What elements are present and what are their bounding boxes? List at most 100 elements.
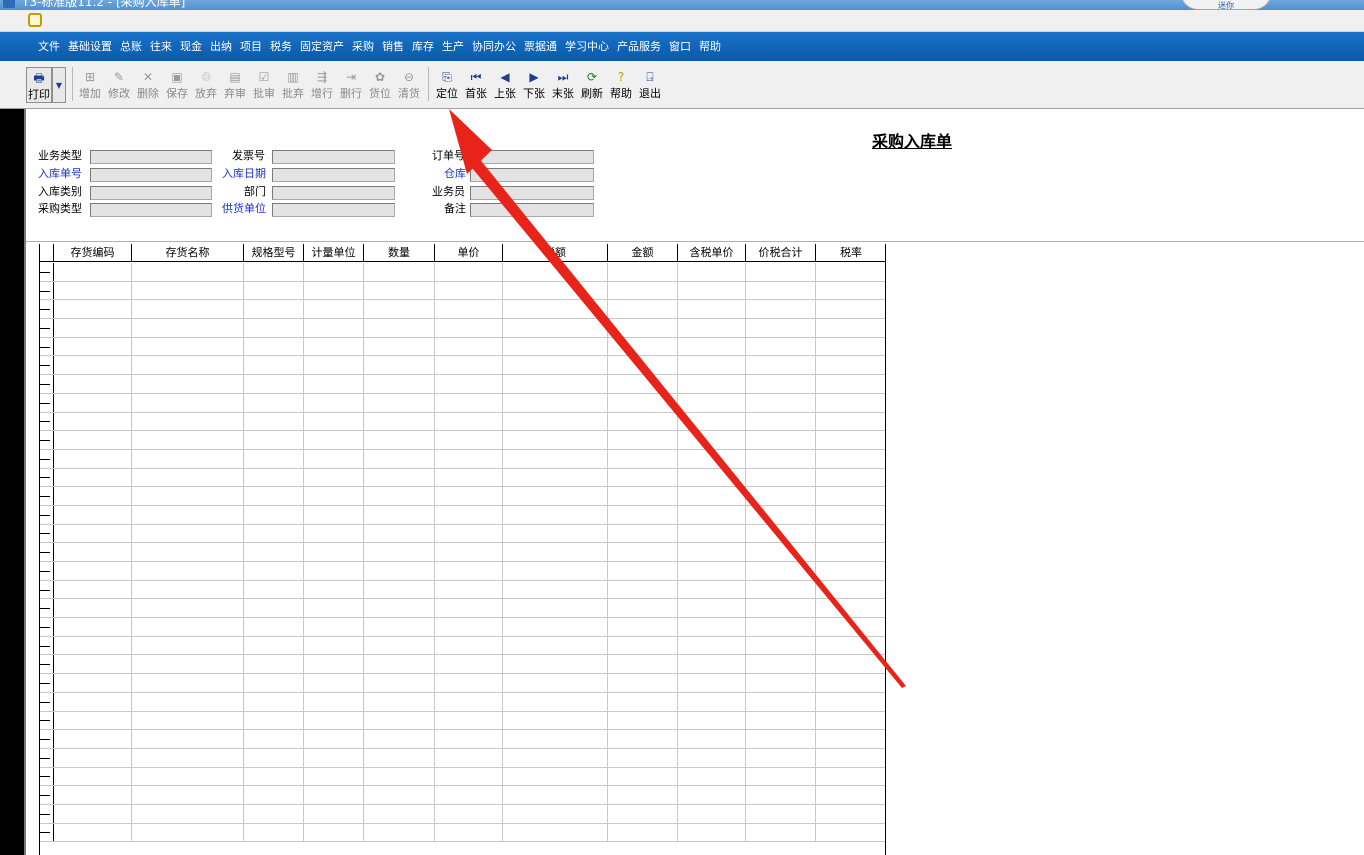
grid-cell[interactable] bbox=[503, 300, 608, 319]
grid-cell[interactable] bbox=[816, 356, 885, 374]
row-header-cell[interactable] bbox=[40, 543, 54, 561]
grid-cell[interactable] bbox=[54, 281, 132, 300]
table-row[interactable] bbox=[40, 730, 885, 749]
grid-cell[interactable] bbox=[678, 487, 746, 505]
batch-abandon-button[interactable]: ▥ 批弃 bbox=[279, 67, 307, 103]
grid-cell[interactable] bbox=[54, 767, 132, 786]
previous-record-button[interactable]: ◀ 上张 bbox=[491, 67, 519, 103]
grid-cell[interactable] bbox=[132, 786, 244, 804]
table-row[interactable] bbox=[40, 580, 885, 600]
grid-cell[interactable] bbox=[132, 823, 244, 842]
table-row[interactable] bbox=[40, 655, 885, 675]
grid-cell[interactable] bbox=[608, 337, 678, 356]
menu-item[interactable]: 帮助 bbox=[695, 32, 725, 61]
warehouse-field[interactable] bbox=[470, 168, 594, 182]
grid-cell[interactable] bbox=[503, 449, 608, 468]
last-record-button[interactable]: ⏭ 末张 bbox=[549, 67, 577, 103]
row-header-cell[interactable] bbox=[40, 730, 54, 748]
grid-cell[interactable] bbox=[816, 394, 885, 412]
grid-cell[interactable] bbox=[746, 674, 816, 692]
grid-cell[interactable] bbox=[746, 748, 816, 767]
menu-item[interactable]: 固定资产 bbox=[296, 32, 348, 61]
grid-cell[interactable] bbox=[608, 505, 678, 524]
grid-cell[interactable] bbox=[746, 263, 816, 281]
grid-cell[interactable] bbox=[678, 711, 746, 730]
grid-cell[interactable] bbox=[54, 393, 132, 412]
grid-cell[interactable] bbox=[816, 712, 885, 730]
row-header-cell[interactable] bbox=[40, 580, 54, 599]
grid-cell[interactable] bbox=[132, 618, 244, 636]
grid-cell[interactable] bbox=[364, 431, 435, 449]
grid-cell[interactable] bbox=[364, 487, 435, 505]
grid-cell[interactable] bbox=[132, 580, 244, 599]
grid-cell[interactable] bbox=[132, 468, 244, 487]
table-row[interactable] bbox=[40, 337, 885, 357]
row-header-cell[interactable] bbox=[40, 804, 54, 823]
grid-cell[interactable] bbox=[364, 393, 435, 412]
grid-cell[interactable] bbox=[435, 356, 503, 375]
grid-cell[interactable] bbox=[678, 356, 746, 375]
grid-cell[interactable] bbox=[746, 711, 816, 730]
grid-cell[interactable] bbox=[608, 449, 678, 468]
grid-cell[interactable] bbox=[304, 767, 364, 786]
grid-cell[interactable] bbox=[746, 524, 816, 543]
table-row[interactable] bbox=[40, 543, 885, 562]
grid-cell[interactable] bbox=[608, 319, 678, 337]
grid-cell[interactable] bbox=[678, 655, 746, 674]
row-header-cell[interactable] bbox=[40, 281, 54, 300]
grid-cell[interactable] bbox=[608, 767, 678, 786]
table-row[interactable] bbox=[40, 356, 885, 376]
grid-cell[interactable] bbox=[435, 543, 503, 561]
column-header[interactable]: 单价 bbox=[435, 244, 503, 262]
row-header-cell[interactable] bbox=[40, 655, 54, 674]
grid-cell[interactable] bbox=[746, 375, 816, 393]
table-row[interactable] bbox=[40, 786, 885, 805]
grid-cell[interactable] bbox=[132, 543, 244, 561]
grid-cell[interactable] bbox=[304, 468, 364, 487]
grid-cell[interactable] bbox=[816, 450, 885, 468]
grid-cell[interactable] bbox=[244, 599, 304, 618]
grid-cell[interactable] bbox=[746, 337, 816, 356]
grid-cell[interactable] bbox=[608, 300, 678, 319]
grid-cell[interactable] bbox=[608, 393, 678, 412]
grid-cell[interactable] bbox=[503, 505, 608, 524]
grid-cell[interactable] bbox=[304, 505, 364, 524]
grid-cell[interactable] bbox=[54, 375, 132, 393]
table-row[interactable] bbox=[40, 263, 885, 282]
receipt-date-field[interactable] bbox=[272, 168, 395, 182]
grid-cell[interactable] bbox=[816, 431, 885, 449]
grid-cell[interactable] bbox=[678, 393, 746, 412]
exit-button[interactable]: ⍈ 退出 bbox=[636, 67, 664, 103]
grid-cell[interactable] bbox=[244, 804, 304, 823]
grid-cell[interactable] bbox=[678, 375, 746, 393]
grid-cell[interactable] bbox=[304, 300, 364, 319]
grid-cell[interactable] bbox=[678, 449, 746, 468]
receipt-category-field[interactable] bbox=[90, 186, 212, 200]
row-header-cell[interactable] bbox=[40, 300, 54, 319]
menu-item[interactable]: 销售 bbox=[378, 32, 408, 61]
grid-cell[interactable] bbox=[54, 748, 132, 767]
grid-cell[interactable] bbox=[608, 804, 678, 823]
grid-cell[interactable] bbox=[304, 356, 364, 375]
grid-cell[interactable] bbox=[54, 431, 132, 449]
grid-cell[interactable] bbox=[746, 300, 816, 319]
grid-cell[interactable] bbox=[435, 748, 503, 767]
grid-cell[interactable] bbox=[54, 655, 132, 674]
grid-cell[interactable] bbox=[678, 674, 746, 692]
grid-cell[interactable] bbox=[816, 730, 885, 748]
print-button[interactable]: 🖶 打印 bbox=[26, 67, 52, 103]
add-button[interactable]: ⊞ 增加 bbox=[76, 67, 104, 103]
row-header-cell[interactable] bbox=[40, 449, 54, 468]
grid-cell[interactable] bbox=[54, 487, 132, 505]
grid-cell[interactable] bbox=[132, 319, 244, 337]
grid-cell[interactable] bbox=[746, 468, 816, 487]
delete-button[interactable]: ✕ 删除 bbox=[134, 67, 162, 103]
grid-cell[interactable] bbox=[244, 580, 304, 599]
grid-cell[interactable] bbox=[435, 711, 503, 730]
grid-cell[interactable] bbox=[435, 449, 503, 468]
column-header[interactable]: 金额 bbox=[608, 244, 678, 262]
remark-field[interactable] bbox=[470, 203, 594, 217]
grid-cell[interactable] bbox=[132, 431, 244, 449]
help-button[interactable]: ? 帮助 bbox=[607, 67, 635, 103]
delete-row-button[interactable]: ⇥ 删行 bbox=[337, 67, 365, 103]
